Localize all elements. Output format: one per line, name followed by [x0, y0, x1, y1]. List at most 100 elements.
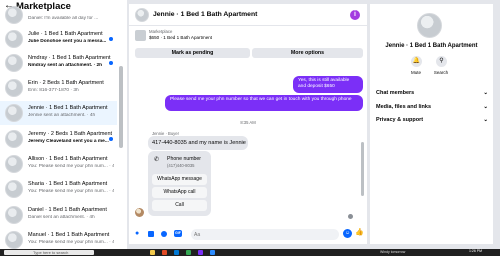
conversation-item[interactable]: Sharia · 1 Bed 1 Bath Apartment You: Ple… [0, 177, 117, 201]
conversation-name: Julie · 1 Bed 1 Bath Apartment [28, 31, 103, 37]
listing-thumbnail [135, 30, 146, 41]
listing-price: $650 · 1 Bed 1 Bath Apartment [149, 35, 213, 40]
taskbar-search-placeholder: Type here to search [33, 250, 69, 255]
whatsapp-message-button[interactable]: WhatsApp message [152, 174, 207, 185]
chat-members-section[interactable]: Chat members ⌄ [376, 88, 488, 98]
phone-icon: ✆ [154, 157, 160, 163]
chrome-icon[interactable] [186, 250, 191, 255]
listing-source: Marketplace [149, 29, 173, 34]
unread-dot [109, 37, 113, 41]
conversation-preview: Jeremy Cleaveland sent you a me... [28, 139, 109, 144]
chevron-down-icon: ⌄ [483, 104, 488, 110]
mark-as-pending-button[interactable]: Mark as pending [135, 48, 250, 58]
conversation-item-selected[interactable]: Jennie · 1 Bed 1 Bath Apartment Jennie s… [0, 101, 117, 125]
thumbs-up-icon[interactable]: 👍 [355, 229, 364, 237]
microphone-icon[interactable]: ● [135, 230, 139, 238]
image-icon[interactable] [148, 231, 154, 237]
conversation-preview: Julie Donohoe sent you a messa... [28, 39, 107, 44]
avatar [135, 208, 144, 217]
chevron-down-icon: ⌄ [483, 117, 488, 123]
file-explorer-icon[interactable] [150, 250, 155, 255]
conversation-item[interactable]: Daniel · 1 Bed 1 Bath Apartment Daniel s… [0, 203, 117, 227]
search-icon[interactable]: ⚲ [436, 56, 447, 67]
avatar [5, 30, 23, 48]
phone-number: (417)440-8035 [167, 163, 195, 168]
conversation-preview: Erin: 816-377-1870 · 3h [28, 88, 79, 93]
conversation-preview: You: Please send me your phn num... · 4h [28, 164, 114, 169]
conversation-preview: Daniel: I'm available all day for ... [28, 16, 99, 21]
chat-panel: Jennie · 1 Bed 1 Bath Apartment i Market… [129, 4, 367, 244]
phone-card-title: Phone number [167, 156, 202, 162]
gif-button[interactable]: GIF [174, 230, 182, 237]
avatar [5, 6, 23, 24]
media-files-section[interactable]: Media, files and links ⌄ [376, 102, 488, 112]
app-icon[interactable] [162, 250, 167, 255]
conversation-name: Allison · 1 Bed 1 Bath Apartment [28, 156, 108, 162]
unread-dot [109, 61, 113, 65]
message-input[interactable] [191, 229, 339, 240]
avatar [5, 206, 23, 224]
conversation-preview: Jennie sent an attachment. · 4h [28, 113, 96, 118]
conversation-preview: You: Please send me your phn num... · 4h [28, 240, 114, 245]
conversation-item[interactable]: Jeremy · 2 Beds 1 Bath Apartment Jeremy … [0, 127, 117, 151]
outgoing-message: Yes, this is still available and deposit… [293, 76, 363, 93]
avatar [5, 180, 23, 198]
search-label: Search [433, 70, 449, 75]
conversation-name: Nmdray · 1 Bed 1 Bath Apartment [28, 55, 111, 61]
whatsapp-call-button[interactable]: WhatsApp call [152, 187, 207, 198]
privacy-support-section[interactable]: Privacy & support ⌄ [376, 115, 488, 125]
listing-banner[interactable]: Marketplace $650 · 1 Bed 1 Bath Apartmen… [129, 26, 367, 46]
conversation-item[interactable]: Daniel: I'm available all day for ... [0, 6, 117, 24]
avatar [5, 79, 23, 97]
app-icon[interactable] [210, 250, 215, 255]
bell-icon[interactable]: 🔔 [411, 56, 422, 67]
message-composer: ● GIF ☺ 👍 [129, 225, 367, 244]
chat-header: Jennie · 1 Bed 1 Bath Apartment i [129, 4, 367, 26]
info-icon[interactable]: i [350, 10, 360, 20]
seen-indicator [348, 214, 353, 219]
conversation-name: Jeremy · 2 Beds 1 Bath Apartment [28, 131, 113, 137]
conversation-item[interactable]: Julie · 1 Bed 1 Bath Apartment Julie Don… [0, 27, 117, 51]
details-panel: Jennie · 1 Bed 1 Bath Apartment 🔔 ⚲ Mute… [370, 4, 493, 244]
section-label: Chat members [376, 90, 415, 96]
call-button[interactable]: Call [152, 200, 207, 211]
conversation-preview: You: Please send me your phn num... · 4h [28, 189, 114, 194]
outgoing-message: Please send me your phn number so that w… [165, 95, 363, 111]
windows-taskbar: Type here to search Windy tomorrow 1:26 … [0, 249, 500, 256]
marketplace-sidebar: ← Marketplace Daniel: I'm available all … [0, 0, 127, 249]
emoji-icon[interactable]: ☺ [343, 229, 352, 238]
message-timestamp: 8:35 AM [240, 120, 256, 125]
avatar[interactable] [417, 13, 442, 38]
sticker-icon[interactable] [161, 231, 167, 237]
avatar [5, 54, 23, 72]
avatar [5, 130, 23, 148]
details-name: Jennie · 1 Bed 1 Bath Apartment [385, 43, 478, 49]
avatar [5, 155, 23, 173]
conversation-item[interactable]: Allison · 1 Bed 1 Bath Apartment You: Pl… [0, 152, 117, 176]
conversation-name: Manuel · 1 Bed 1 Bath Apartment [28, 232, 110, 238]
clock[interactable]: 1:26 PM [469, 249, 482, 253]
conversation-item[interactable]: Manuel · 1 Bed 1 Bath Apartment You: Ple… [0, 228, 117, 249]
edge-icon[interactable] [174, 250, 179, 255]
unread-dot [109, 137, 113, 141]
weather-widget[interactable]: Windy tomorrow [380, 250, 405, 255]
incoming-message: 417-440-8035 and my name is Jennie [148, 136, 248, 150]
conversation-item[interactable]: Erin · 2 Beds 1 Bath Apartment Erin: 816… [0, 76, 117, 100]
taskbar-search[interactable]: Type here to search [4, 250, 94, 255]
section-label: Media, files and links [376, 104, 432, 110]
conversation-item[interactable]: Nmdray · 1 Bed 1 Bath Apartment Nmdray s… [0, 51, 117, 75]
conversation-name: Erin · 2 Beds 1 Bath Apartment [28, 80, 104, 86]
conversation-preview: Nmdray sent an attachment. · 2h [28, 63, 103, 68]
section-label: Privacy & support [376, 117, 424, 123]
chat-title[interactable]: Jennie · 1 Bed 1 Bath Apartment [153, 11, 257, 18]
avatar [5, 231, 23, 249]
phone-number-card: ✆ Phone number (417)440-8035 WhatsApp me… [148, 151, 211, 216]
app-icon[interactable] [198, 250, 203, 255]
conversation-name: Sharia · 1 Bed 1 Bath Apartment [28, 181, 108, 187]
conversation-name: Daniel · 1 Bed 1 Bath Apartment [28, 207, 107, 213]
conversation-name: Jennie · 1 Bed 1 Bath Apartment [28, 105, 108, 111]
avatar[interactable] [135, 8, 149, 22]
chat-scrollbar[interactable] [361, 142, 364, 196]
more-options-button[interactable]: More options [252, 48, 363, 58]
sidebar-scrollbar[interactable] [119, 66, 123, 148]
